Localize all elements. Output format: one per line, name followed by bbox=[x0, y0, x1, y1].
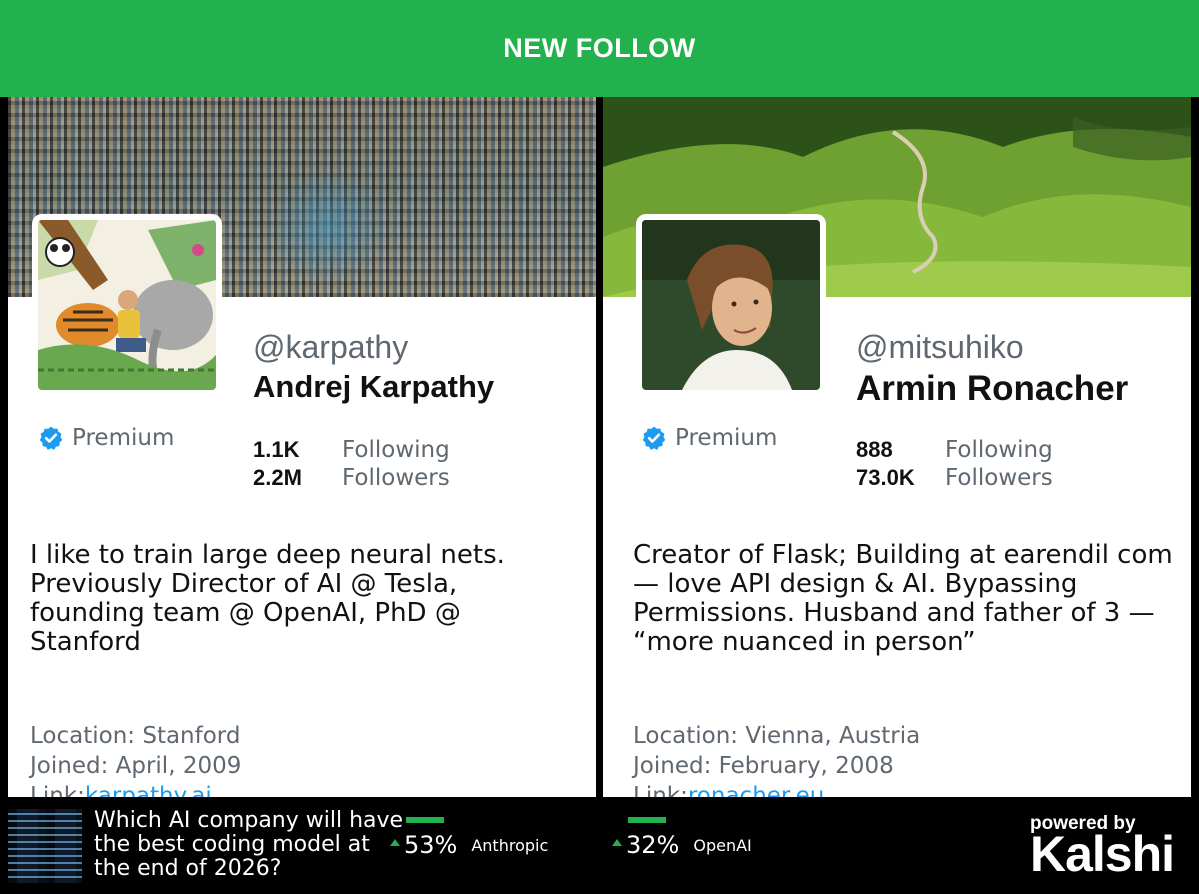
avatar[interactable] bbox=[636, 214, 826, 396]
up-arrow-icon bbox=[390, 838, 400, 846]
profile-handle[interactable]: @mitsuhiko bbox=[856, 329, 1024, 366]
header-title: NEW FOLLOW bbox=[503, 33, 696, 63]
verified-badge-icon bbox=[642, 426, 666, 450]
followers-label: Followers bbox=[342, 465, 450, 491]
following-count: 1.1K bbox=[253, 437, 300, 462]
profile-link-row: Link:karpathy.ai bbox=[30, 781, 241, 797]
link-label: Link: bbox=[30, 783, 85, 797]
profile-location: Location: Stanford bbox=[30, 723, 241, 749]
followers-stat[interactable]: 2.2M Followers bbox=[253, 465, 450, 493]
profile-name[interactable]: Armin Ronacher bbox=[856, 369, 1128, 409]
option-bar bbox=[406, 817, 444, 823]
option-bar bbox=[628, 817, 666, 823]
followers-label: Followers bbox=[945, 465, 1053, 491]
following-stat[interactable]: 888 Following bbox=[856, 437, 1053, 465]
up-arrow-icon bbox=[612, 838, 622, 846]
market-thumbnail-image bbox=[8, 809, 82, 883]
premium-label: Premium bbox=[72, 425, 175, 451]
option-percent: 32% bbox=[626, 831, 680, 859]
profile-link-row: Link:ronacher.eu bbox=[633, 781, 920, 797]
new-follow-header: NEW FOLLOW bbox=[0, 0, 1199, 97]
option-percent: 53% bbox=[404, 831, 458, 859]
following-stat[interactable]: 1.1K Following bbox=[253, 437, 450, 465]
avatar[interactable] bbox=[32, 214, 222, 396]
profile-location: Location: Vienna, Austria bbox=[633, 723, 921, 749]
profile-meta: Location: Stanford Joined: April, 2009 L… bbox=[30, 721, 241, 797]
profile-bio: I like to train large deep neural nets. … bbox=[30, 540, 505, 657]
followers-count: 73.0K bbox=[856, 465, 915, 490]
following-label: Following bbox=[342, 437, 450, 463]
profile-joined: Joined: April, 2009 bbox=[30, 753, 242, 779]
option-label: OpenAI bbox=[693, 835, 752, 855]
link-label: Link: bbox=[633, 783, 688, 797]
avatar-illustration-image bbox=[38, 220, 216, 390]
profile-handle[interactable]: @karpathy bbox=[253, 329, 408, 366]
option-label: Anthropic bbox=[471, 835, 549, 855]
profile-stats: 888 Following 73.0K Followers bbox=[856, 437, 1053, 493]
followers-stat[interactable]: 73.0K Followers bbox=[856, 465, 1053, 493]
profile-card-karpathy[interactable]: @karpathy Andrej Karpathy Premium 1.1K F… bbox=[8, 97, 596, 797]
profile-name[interactable]: Andrej Karpathy bbox=[253, 369, 494, 405]
followers-count: 2.2M bbox=[253, 465, 302, 490]
prediction-market-bar: Which AI company will have the best codi… bbox=[0, 797, 1199, 894]
kalshi-logo[interactable]: Kalshi bbox=[1030, 825, 1175, 883]
following-label: Following bbox=[945, 437, 1053, 463]
premium-label: Premium bbox=[675, 425, 778, 451]
profile-meta: Location: Vienna, Austria Joined: Februa… bbox=[633, 721, 920, 797]
premium-badge: Premium bbox=[38, 425, 174, 451]
profile-stats: 1.1K Following 2.2M Followers bbox=[253, 437, 450, 493]
profile-card-mitsuhiko[interactable]: @mitsuhiko Armin Ronacher Premium 888 Fo… bbox=[603, 97, 1191, 797]
following-count: 888 bbox=[856, 437, 893, 462]
profile-link[interactable]: karpathy.ai bbox=[85, 783, 212, 797]
profile-link[interactable]: ronacher.eu bbox=[688, 783, 824, 797]
profile-bio: Creator of Flask; Building at earendil c… bbox=[633, 540, 1173, 657]
premium-badge: Premium bbox=[641, 425, 777, 451]
profile-joined: Joined: February, 2008 bbox=[633, 753, 894, 779]
avatar-photo-image bbox=[642, 220, 820, 390]
market-question[interactable]: Which AI company will have the best codi… bbox=[94, 809, 404, 881]
verified-badge-icon bbox=[39, 426, 63, 450]
